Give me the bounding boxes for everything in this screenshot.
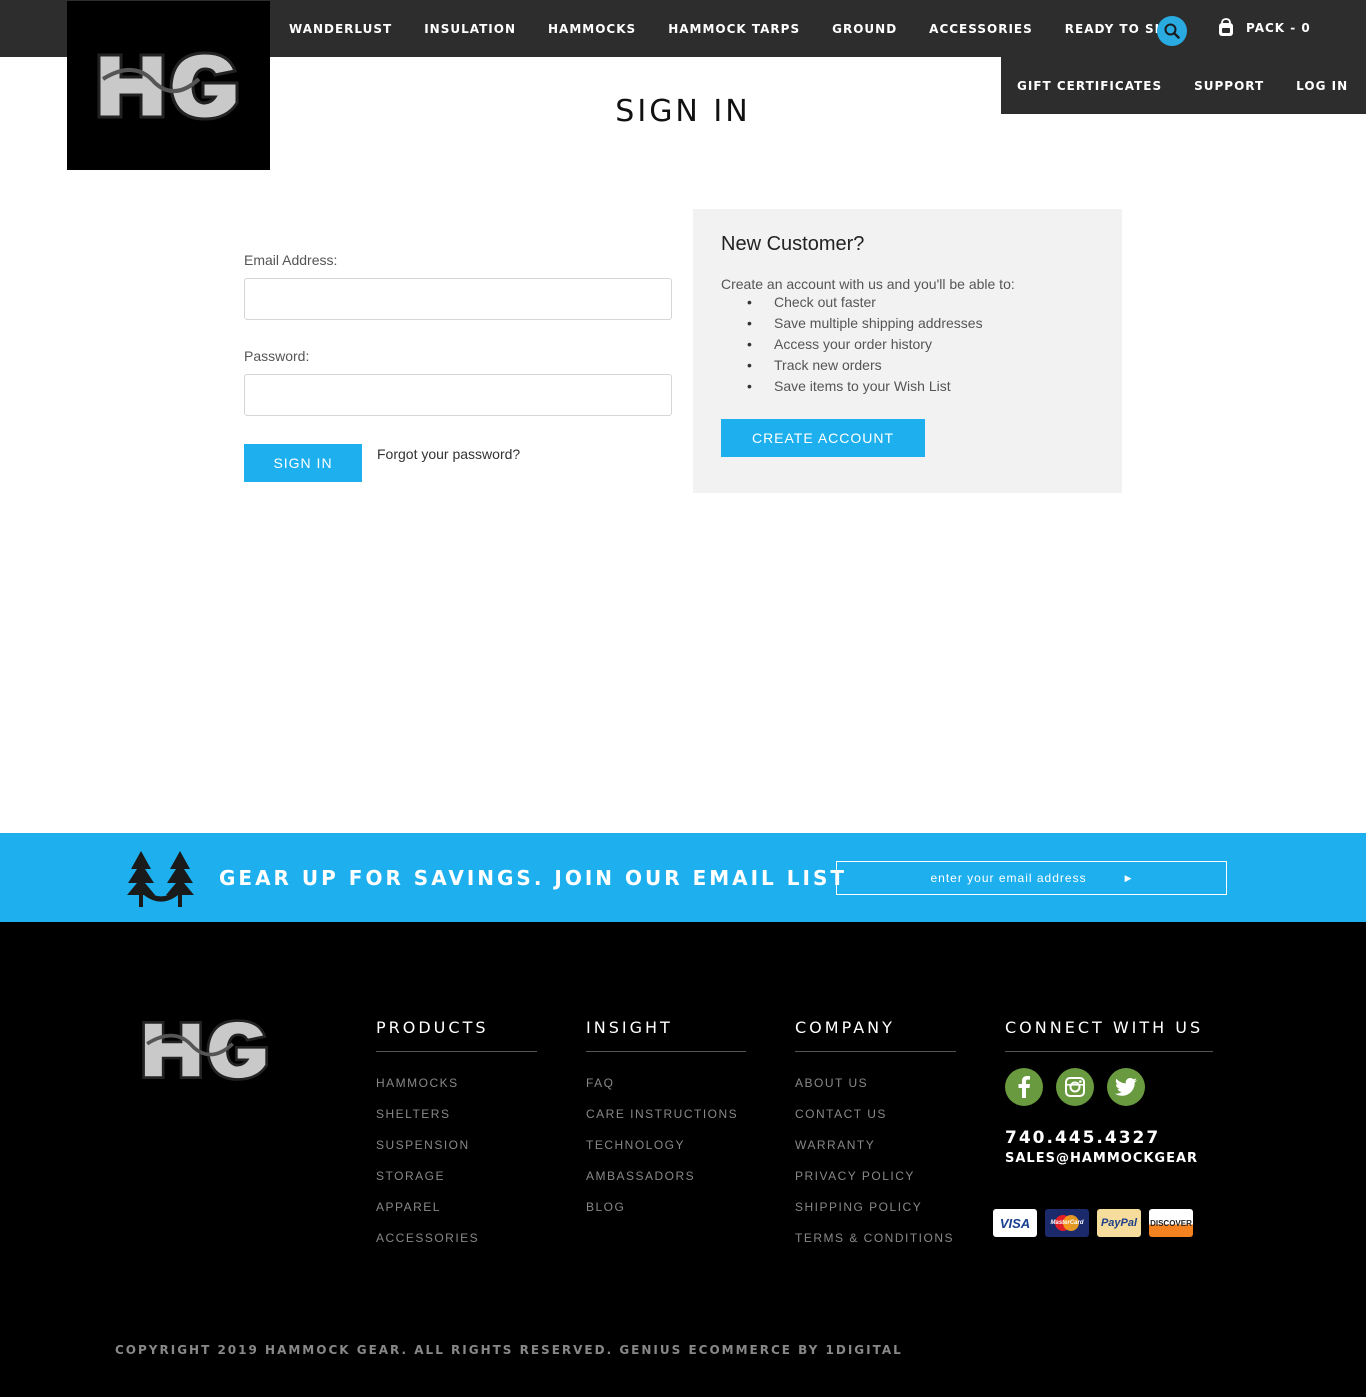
facebook-icon[interactable] bbox=[1005, 1068, 1043, 1106]
footer-link-suspension[interactable]: SUSPENSION bbox=[376, 1130, 537, 1161]
list-item: Track new orders bbox=[747, 355, 1094, 376]
nav-item-accessories[interactable]: ACCESSORIES bbox=[913, 22, 1049, 36]
footer-link-faq[interactable]: FAQ bbox=[586, 1068, 746, 1099]
benefits-list: Check out faster Save multiple shipping … bbox=[747, 292, 1094, 397]
footer-products-title: PRODUCTS bbox=[376, 1018, 537, 1052]
twitter-icon[interactable] bbox=[1107, 1068, 1145, 1106]
new-customer-intro: Create an account with us and you'll be … bbox=[721, 276, 1015, 292]
footer-link-hammocks[interactable]: HAMMOCKS bbox=[376, 1068, 537, 1099]
nav-item-ground[interactable]: GROUND bbox=[816, 22, 913, 36]
footer-products-column: PRODUCTS HAMMOCKS SHELTERS SUSPENSION ST… bbox=[376, 1018, 537, 1254]
newsletter-email-input[interactable]: enter your email address ▶ bbox=[836, 861, 1227, 895]
hg-logo-icon bbox=[142, 1019, 268, 1081]
page-title: SIGN IN bbox=[615, 94, 751, 129]
footer-link-ambassadors[interactable]: AMBASSADORS bbox=[586, 1161, 746, 1192]
list-item: Access your order history bbox=[747, 334, 1094, 355]
footer-logo[interactable] bbox=[140, 1017, 272, 1088]
search-button[interactable] bbox=[1157, 16, 1187, 46]
mastercard-label: MasterCard bbox=[1050, 1220, 1084, 1226]
pack-count-label: PACK - 0 bbox=[1246, 21, 1311, 35]
social-links bbox=[1005, 1068, 1213, 1106]
trees-hammock-icon bbox=[127, 851, 194, 907]
footer-link-shipping-policy[interactable]: SHIPPING POLICY bbox=[795, 1192, 956, 1223]
footer-connect-column: CONNECT WITH US 740.445.4327 SALES@HAMMO… bbox=[1005, 1018, 1213, 1166]
mastercard-icon: MasterCard bbox=[1045, 1209, 1089, 1237]
nav-support[interactable]: SUPPORT bbox=[1178, 79, 1280, 93]
create-account-button[interactable]: CREATE ACCOUNT bbox=[721, 419, 925, 457]
newsletter-placeholder: enter your email address bbox=[930, 871, 1087, 885]
contact-email[interactable]: SALES@HAMMOCKGEAR bbox=[1005, 1151, 1213, 1166]
list-item: Save multiple shipping addresses bbox=[747, 313, 1094, 334]
sign-in-button[interactable]: SIGN IN bbox=[244, 444, 362, 482]
paypal-card-icon: PayPal bbox=[1097, 1209, 1141, 1237]
nav-item-hammock-tarps[interactable]: HAMMOCK TARPS bbox=[652, 22, 816, 36]
footer-link-care-instructions[interactable]: CARE INSTRUCTIONS bbox=[586, 1099, 746, 1130]
login-form: Email Address: Password: SIGN IN Forgot … bbox=[244, 252, 672, 482]
nav-gift-certificates[interactable]: GIFT CERTIFICATES bbox=[1001, 79, 1178, 93]
backpack-icon bbox=[1219, 18, 1233, 36]
visa-card-icon: VISA bbox=[993, 1209, 1037, 1237]
footer-link-accessories[interactable]: ACCESSORIES bbox=[376, 1223, 537, 1254]
footer-company-column: COMPANY ABOUT US CONTACT US WARRANTY PRI… bbox=[795, 1018, 956, 1254]
new-customer-panel: New Customer? Create an account with us … bbox=[693, 209, 1122, 493]
footer-link-terms[interactable]: TERMS & CONDITIONS bbox=[795, 1223, 956, 1254]
footer-connect-title: CONNECT WITH US bbox=[1005, 1018, 1213, 1052]
footer-insight-title: INSIGHT bbox=[586, 1018, 746, 1052]
footer-link-apparel[interactable]: APPAREL bbox=[376, 1192, 537, 1223]
newsletter-bar: GEAR UP FOR SAVINGS. JOIN OUR EMAIL LIST… bbox=[0, 833, 1366, 922]
main-nav: WANDERLUST INSULATION HAMMOCKS HAMMOCK T… bbox=[273, 0, 1197, 57]
site-footer: PRODUCTS HAMMOCKS SHELTERS SUSPENSION ST… bbox=[0, 922, 1366, 1397]
instagram-icon[interactable] bbox=[1056, 1068, 1094, 1106]
nav-item-insulation[interactable]: INSULATION bbox=[408, 22, 532, 36]
nav-log-in[interactable]: LOG IN bbox=[1280, 79, 1364, 93]
nav-item-wanderlust[interactable]: WANDERLUST bbox=[273, 22, 408, 36]
contact-phone[interactable]: 740.445.4327 bbox=[1005, 1128, 1213, 1148]
list-item: Save items to your Wish List bbox=[747, 376, 1094, 397]
new-customer-heading: New Customer? bbox=[721, 233, 865, 255]
nav-item-hammocks[interactable]: HAMMOCKS bbox=[532, 22, 652, 36]
password-field[interactable] bbox=[244, 374, 672, 416]
pack-cart-link[interactable]: PACK - 0 bbox=[1216, 18, 1311, 38]
footer-link-shelters[interactable]: SHELTERS bbox=[376, 1099, 537, 1130]
newsletter-heading: GEAR UP FOR SAVINGS. JOIN OUR EMAIL LIST bbox=[219, 866, 847, 890]
footer-link-technology[interactable]: TECHNOLOGY bbox=[586, 1130, 746, 1161]
copyright-text: COPYRIGHT 2019 HAMMOCK GEAR. ALL RIGHTS … bbox=[115, 1343, 903, 1357]
payment-cards: VISA MasterCard PayPal DISCOVER bbox=[993, 1209, 1193, 1237]
arrow-right-icon[interactable]: ▶ bbox=[1125, 873, 1133, 884]
search-icon bbox=[1164, 23, 1180, 39]
footer-link-about-us[interactable]: ABOUT US bbox=[795, 1068, 956, 1099]
site-logo[interactable] bbox=[67, 1, 270, 170]
footer-link-contact-us[interactable]: CONTACT US bbox=[795, 1099, 956, 1130]
footer-company-title: COMPANY bbox=[795, 1018, 956, 1052]
list-item: Check out faster bbox=[747, 292, 1094, 313]
footer-insight-column: INSIGHT FAQ CARE INSTRUCTIONS TECHNOLOGY… bbox=[586, 1018, 746, 1223]
email-field[interactable] bbox=[244, 278, 672, 320]
footer-link-storage[interactable]: STORAGE bbox=[376, 1161, 537, 1192]
footer-link-warranty[interactable]: WARRANTY bbox=[795, 1130, 956, 1161]
password-label: Password: bbox=[244, 348, 310, 364]
footer-link-blog[interactable]: BLOG bbox=[586, 1192, 746, 1223]
discover-card-icon: DISCOVER bbox=[1149, 1209, 1193, 1237]
forgot-password-link[interactable]: Forgot your password? bbox=[377, 446, 520, 462]
footer-link-privacy-policy[interactable]: PRIVACY POLICY bbox=[795, 1161, 956, 1192]
email-label: Email Address: bbox=[244, 252, 338, 268]
